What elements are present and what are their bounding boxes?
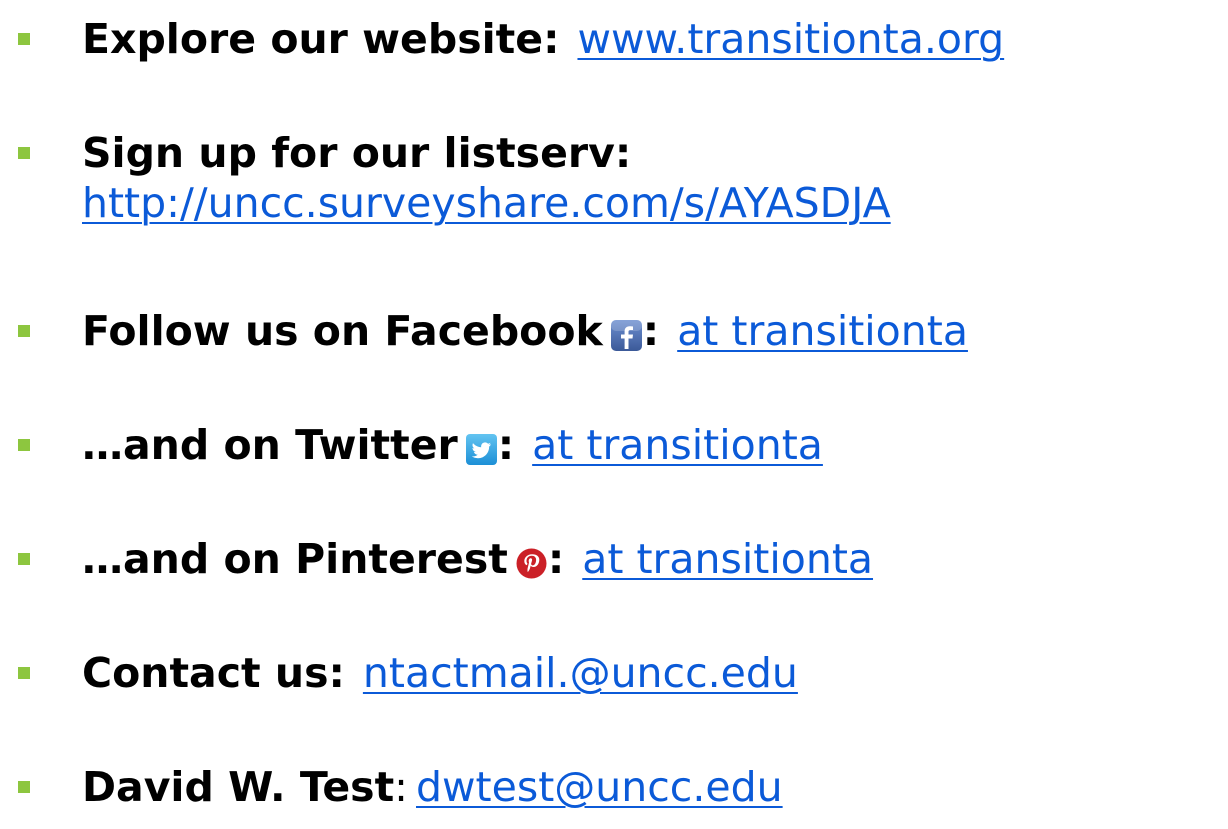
list-item-text: …and on Pinterest : at transitionta	[82, 534, 873, 584]
facebook-separator: :	[642, 307, 660, 355]
facebook-link[interactable]: at transitionta	[677, 307, 968, 355]
list-item-text: …and on Twitter : at transitionta	[82, 420, 823, 470]
website-label: Explore our website:	[82, 15, 560, 63]
pinterest-label: …and on Pinterest	[82, 535, 508, 583]
twitter-separator: :	[497, 421, 515, 469]
square-bullet-icon	[18, 553, 30, 565]
contact-email-link[interactable]: ntactmail.@uncc.edu	[363, 649, 798, 697]
facebook-label: Follow us on Facebook	[82, 307, 603, 355]
website-link[interactable]: www.transitionta.org	[577, 15, 1004, 63]
contact-label: Contact us:	[82, 649, 345, 697]
square-bullet-icon	[18, 667, 30, 679]
list-item-twitter: …and on Twitter : at transitionta	[18, 420, 823, 470]
listserv-label: Sign up for our listserv:	[82, 129, 632, 177]
list-item-contact: Contact us: ntactmail.@uncc.edu	[18, 648, 798, 698]
pinterest-separator: :	[547, 535, 565, 583]
list-item-facebook: Follow us on Facebook : at transitionta	[18, 306, 968, 356]
list-item-text: Contact us: ntactmail.@uncc.edu	[82, 648, 798, 698]
list-item-listserv: Sign up for our listserv: http://uncc.su…	[18, 128, 891, 228]
twitter-label: …and on Twitter	[82, 421, 458, 469]
twitter-link[interactable]: at transitionta	[532, 421, 823, 469]
square-bullet-icon	[18, 781, 30, 793]
list-item-text: Sign up for our listserv: http://uncc.su…	[82, 128, 891, 228]
listserv-link[interactable]: http://uncc.surveyshare.com/s/AYASDJA	[82, 178, 891, 228]
square-bullet-icon	[18, 147, 30, 159]
square-bullet-icon	[18, 439, 30, 451]
david-test-label: David W. Test	[82, 763, 395, 811]
twitter-icon[interactable]	[465, 433, 498, 466]
list-item-text: Explore our website: www.transitionta.org	[82, 14, 1004, 64]
list-item-pinterest: …and on Pinterest : at transitionta	[18, 534, 873, 584]
pinterest-icon[interactable]	[515, 547, 548, 580]
list-item-text: Follow us on Facebook : at transitionta	[82, 306, 968, 356]
list-item-website: Explore our website: www.transitionta.org	[18, 14, 1004, 64]
square-bullet-icon	[18, 325, 30, 337]
david-test-email-link[interactable]: dwtest@uncc.edu	[416, 763, 783, 811]
square-bullet-icon	[18, 33, 30, 45]
list-item-david-test: David W. Test: dwtest@uncc.edu	[18, 762, 783, 812]
facebook-icon[interactable]	[610, 319, 643, 352]
david-test-separator: :	[394, 763, 408, 811]
slide: Explore our website: www.transitionta.org…	[0, 0, 1228, 829]
pinterest-link[interactable]: at transitionta	[582, 535, 873, 583]
list-item-text: David W. Test: dwtest@uncc.edu	[82, 762, 783, 812]
